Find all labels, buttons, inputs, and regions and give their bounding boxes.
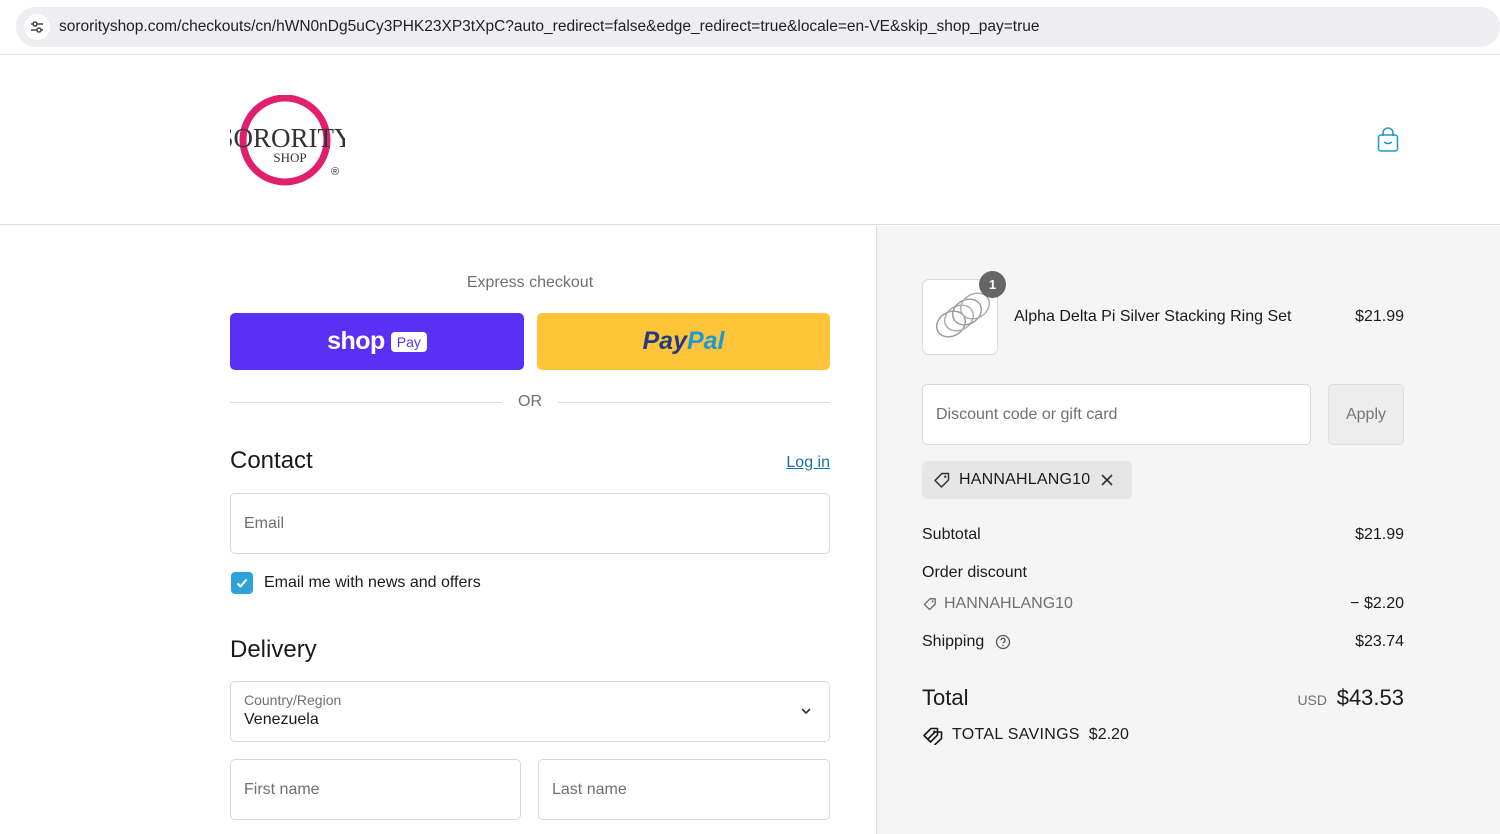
logo-wordmark: SORORITY — [230, 123, 345, 153]
subtotal-label: Subtotal — [922, 526, 981, 543]
shop-pay-wordmark: shop — [327, 327, 385, 355]
paypal-button[interactable]: PayPal — [537, 313, 830, 370]
tag-icon — [923, 598, 936, 611]
chevron-down-icon — [801, 708, 811, 715]
discount-code-line: HANNAHLANG10 — [922, 595, 1073, 613]
discount-code-text: HANNAHLANG10 — [944, 595, 1073, 612]
email-field[interactable] — [230, 493, 830, 554]
country-select[interactable]: Country/Region Venezuela — [230, 681, 830, 742]
product-name: Alpha Delta Pi Silver Stacking Ring Set — [1014, 308, 1292, 325]
login-link[interactable]: Log in — [760, 454, 830, 472]
help-circle-icon[interactable] — [995, 634, 1011, 650]
or-divider-label: OR — [518, 393, 542, 410]
discount-input[interactable] — [923, 385, 1310, 444]
checkout-form: Express checkout shop Pay PayPal OR Cont… — [0, 226, 876, 834]
applied-code-chip: HANNAHLANG10 — [922, 461, 1132, 499]
discount-field[interactable] — [922, 384, 1311, 445]
browser-toolbar: sororityshop.com/checkouts/cn/hWN0nDg5uC… — [0, 0, 1500, 55]
shipping-value: $23.74 — [1355, 633, 1404, 650]
contact-title: Contact — [230, 447, 313, 474]
shop-pay-badge: Pay — [390, 331, 427, 352]
url-text[interactable]: sororityshop.com/checkouts/cn/hWN0nDg5uC… — [59, 18, 1040, 36]
address-bar[interactable]: sororityshop.com/checkouts/cn/hWN0nDg5uC… — [16, 7, 1500, 47]
logo-registered: ® — [331, 166, 339, 178]
order-summary: 1 Alpha Delta Pi Silver Stacking Ring Se… — [876, 226, 1500, 834]
store-header: SORORITY SHOP ® — [0, 55, 1500, 225]
tag-icon — [934, 472, 950, 488]
discount-value: − $2.20 — [1350, 595, 1404, 612]
subtotal-value: $21.99 — [1355, 526, 1404, 543]
product-price: $21.99 — [1355, 308, 1404, 325]
checkmark-icon — [236, 578, 248, 588]
applied-code-text: HANNAHLANG10 — [959, 471, 1091, 488]
total-value: $43.53 — [1336, 685, 1404, 710]
newsletter-label[interactable]: Email me with news and offers — [264, 574, 481, 592]
savings-label: TOTAL SAVINGS — [952, 726, 1080, 743]
order-discount-label: Order discount — [922, 564, 1027, 581]
divider-right — [558, 402, 830, 403]
savings-value: $2.20 — [1088, 726, 1129, 743]
country-label: Country/Region — [244, 692, 342, 708]
paypal-wordmark: PayPal — [642, 327, 725, 355]
last-name-field[interactable] — [538, 759, 830, 820]
delivery-title: Delivery — [230, 636, 317, 663]
last-name-input[interactable] — [539, 760, 829, 819]
country-value: Venezuela — [244, 711, 319, 728]
logo-subword: SHOP — [273, 150, 306, 165]
tune-icon[interactable] — [24, 14, 50, 40]
apply-button[interactable]: Apply — [1328, 384, 1404, 445]
first-name-input[interactable] — [231, 760, 520, 819]
first-name-field[interactable] — [230, 759, 521, 820]
sorority-shop-logo[interactable]: SORORITY SHOP ® — [218, 94, 354, 187]
shopping-bag-icon[interactable] — [1376, 127, 1400, 153]
shipping-label: Shipping — [922, 633, 985, 650]
total-label: Total — [922, 685, 969, 710]
express-checkout-title: Express checkout — [466, 274, 594, 291]
close-icon[interactable] — [1100, 473, 1114, 487]
total-savings: TOTAL SAVINGS $2.20 — [922, 725, 1129, 745]
shipping-label-row: Shipping — [922, 633, 1011, 651]
quantity-badge: 1 — [979, 271, 1006, 298]
email-input[interactable] — [231, 494, 829, 553]
savings-tag-icon — [923, 727, 943, 745]
divider-left — [230, 402, 502, 403]
shop-pay-button[interactable]: shop Pay — [230, 313, 524, 370]
newsletter-checkbox[interactable] — [231, 572, 253, 594]
